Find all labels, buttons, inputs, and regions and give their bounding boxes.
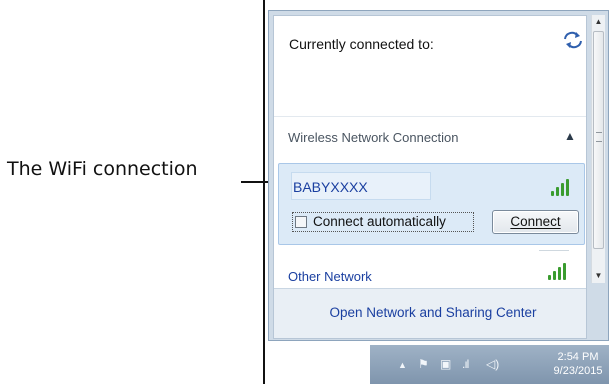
signal-bars-icon	[548, 262, 572, 280]
signal-bars-icon	[551, 178, 575, 196]
connect-button-label: Connect	[510, 214, 561, 229]
connected-label: Currently connected to:	[289, 36, 434, 52]
connect-automatically-checkbox[interactable]	[295, 216, 307, 228]
flag-icon[interactable]: ⚑	[418, 357, 429, 371]
section-label: Wireless Network Connection	[288, 130, 459, 145]
scroll-down-icon[interactable]: ▼	[592, 269, 605, 283]
thumb-grip	[596, 132, 602, 142]
frame-divider	[263, 0, 265, 384]
system-clock[interactable]: 2:54 PM 9/23/2015	[548, 350, 608, 378]
network-icon[interactable]: ▣	[440, 357, 451, 371]
network-name: BABYXXXX	[293, 179, 368, 195]
network-list-pane: Currently connected to: Wireless Network…	[273, 15, 587, 339]
connect-button[interactable]: Connect	[492, 210, 579, 234]
network-popup: Currently connected to: Wireless Network…	[268, 10, 609, 341]
taskbar: ▲ ⚑ ▣ .ıl ◁) 2:54 PM 9/23/2015	[370, 345, 609, 384]
callout-label: The WiFi connection	[7, 158, 198, 180]
wifi-network-item[interactable]: BABYXXXX Connect automatically Connect	[278, 163, 585, 245]
popup-footer: Open Network and Sharing Center	[274, 288, 586, 338]
wireless-section-header[interactable]: Wireless Network Connection ▲	[274, 116, 586, 161]
vertical-scrollbar[interactable]: ▲ ▼	[591, 15, 605, 283]
clock-time: 2:54 PM	[557, 351, 599, 363]
list-divider	[539, 250, 569, 251]
connect-automatically-label: Connect automatically	[313, 214, 446, 229]
scroll-thumb[interactable]	[593, 31, 604, 249]
chevron-up-icon[interactable]: ▲	[564, 129, 576, 143]
open-network-sharing-center-link[interactable]: Open Network and Sharing Center	[274, 305, 586, 320]
scroll-up-icon[interactable]: ▲	[592, 15, 605, 29]
volume-icon[interactable]: ◁)	[486, 357, 499, 371]
refresh-icon[interactable]	[562, 31, 584, 51]
signal-icon[interactable]: .ıl	[462, 357, 469, 371]
other-network-item[interactable]: Other Network	[288, 269, 372, 284]
show-hidden-icon[interactable]: ▲	[398, 360, 407, 370]
clock-date: 9/23/2015	[553, 365, 603, 377]
connect-automatically-row[interactable]: Connect automatically	[292, 212, 474, 232]
